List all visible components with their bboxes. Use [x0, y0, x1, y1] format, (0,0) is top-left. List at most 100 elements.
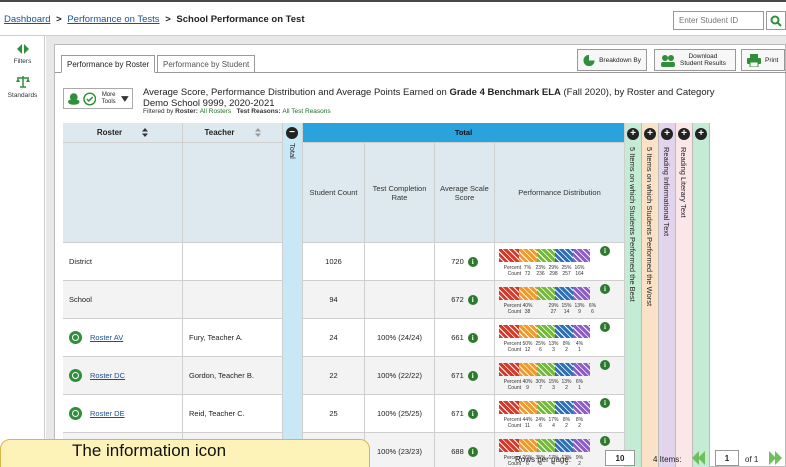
filtered-reasons-value: All Test Reasons: [282, 108, 331, 115]
category-column[interactable]: + Reading Literary Text: [676, 123, 693, 467]
users-icon: [661, 54, 675, 67]
completion-rate: 100% (24/24): [376, 333, 423, 342]
page-number-input[interactable]: 1: [715, 450, 739, 466]
info-icon[interactable]: i: [467, 370, 478, 381]
tab-performance-by-student[interactable]: Performance by Student: [157, 55, 256, 73]
teacher-header[interactable]: Teacher: [183, 123, 283, 143]
info-icon[interactable]: i: [467, 294, 478, 305]
teacher-name: Gordon, Teacher B.: [189, 371, 254, 380]
info-icon[interactable]: i: [600, 322, 610, 332]
roster-header[interactable]: Roster: [63, 123, 183, 143]
perf-dist-row-label: Count: [507, 309, 521, 315]
completion-rate: 100% (22/22): [376, 371, 423, 380]
info-icon[interactable]: i: [600, 360, 610, 370]
student-count: 22: [329, 371, 338, 380]
breakdown-by-button[interactable]: Breakdown By: [577, 49, 647, 71]
info-icon[interactable]: i: [600, 284, 610, 294]
info-icon[interactable]: i: [467, 446, 478, 457]
info-icon[interactable]: i: [467, 332, 478, 343]
perf-level-segment: [537, 439, 555, 452]
perf-level-segment: [573, 439, 590, 452]
info-icon[interactable]: i: [467, 408, 478, 419]
filtered-roster-label: Roster:: [175, 108, 200, 115]
total-collapsed-column[interactable]: − Total: [283, 123, 303, 467]
perf-dist-row-label: Count: [507, 271, 521, 277]
avg-score-header-label: Average Scale Score: [440, 183, 489, 202]
perf-dist-bar[interactable]: i: [499, 322, 610, 338]
category-column[interactable]: + Reading Informational Text: [659, 123, 676, 467]
perf-dist-bar[interactable]: i: [499, 246, 610, 262]
filters-button[interactable]: Filters: [0, 44, 45, 65]
avg-score-header[interactable]: Average Scale Score: [435, 143, 495, 243]
expand-icon[interactable]: +: [678, 128, 690, 140]
student-count: 94: [329, 295, 338, 304]
breadcrumb-performance-link[interactable]: Performance on Tests: [67, 14, 159, 25]
tab-performance-by-roster[interactable]: Performance by Roster: [61, 55, 156, 73]
category-column[interactable]: +: [693, 123, 710, 467]
roster-cell: School: [63, 281, 183, 319]
next-page-icon[interactable]: [767, 451, 783, 465]
roster-name: District: [69, 257, 92, 266]
category-column[interactable]: +5 Items on which Students Performed the…: [642, 123, 659, 467]
breadcrumb: Dashboard > Performance on Tests > Schoo…: [4, 14, 305, 25]
student-count-header-label: Student Count: [309, 188, 358, 197]
student-detail-icon[interactable]: [69, 407, 82, 420]
breakdown-by-label: Breakdown By: [599, 56, 641, 64]
print-label: Print: [765, 56, 779, 64]
perf-level-segment: [499, 249, 519, 262]
perf-level-segment: [573, 401, 590, 414]
completion-rate-cell: 100% (25/25): [365, 395, 435, 433]
page-total: of 1: [745, 455, 759, 464]
info-icon[interactable]: i: [467, 256, 478, 267]
perf-dist-bar[interactable]: i: [499, 398, 610, 414]
roster-name[interactable]: Roster AV: [90, 333, 123, 342]
completion-rate-cell: 100% (23/23): [365, 433, 435, 467]
perf-level-segment: [573, 325, 590, 338]
category-column[interactable]: +5 Items on which Students Performed the…: [625, 123, 642, 467]
perf-level-segment: [499, 363, 519, 376]
download-student-results-button[interactable]: Download Student Results: [654, 49, 736, 71]
expand-icon[interactable]: +: [627, 128, 639, 140]
perf-dist-bar[interactable]: i: [499, 284, 610, 300]
perf-dist-bar[interactable]: i: [499, 360, 610, 376]
perf-dist-header[interactable]: Performance Distribution: [495, 143, 625, 243]
roster-name[interactable]: Roster DE: [90, 409, 125, 418]
expand-icon[interactable]: +: [644, 128, 656, 140]
collapse-icon[interactable]: −: [286, 127, 298, 139]
perf-level-segment: [519, 249, 537, 262]
roster-name[interactable]: Roster DC: [90, 371, 125, 380]
info-icon[interactable]: i: [600, 246, 610, 256]
student-id-input[interactable]: [673, 11, 764, 30]
perf-dist-value: 72: [524, 271, 531, 277]
left-nav: Filters Standards: [0, 36, 45, 467]
standards-button[interactable]: Standards: [0, 76, 45, 99]
perf-dist-value: 11: [524, 423, 531, 429]
perf-dist-value: 9: [526, 385, 529, 391]
teacher-name: Fury, Teacher A.: [189, 333, 243, 342]
perf-dist-value: 298: [549, 271, 558, 277]
breadcrumb-dashboard-link[interactable]: Dashboard: [4, 14, 50, 25]
student-count-header[interactable]: Student Count: [303, 143, 365, 243]
perf-dist-value: 236: [536, 271, 545, 277]
avg-scale-score: 671: [451, 409, 464, 418]
expand-icon[interactable]: +: [661, 128, 673, 140]
perf-level-segment: [573, 249, 590, 262]
prev-page-icon[interactable]: [691, 451, 707, 465]
avg-scale-score: 720: [451, 257, 464, 266]
perf-dist-bar[interactable]: i: [499, 436, 610, 452]
rows-per-page-select[interactable]: 10: [605, 450, 635, 466]
expand-icon[interactable]: +: [695, 128, 707, 140]
perf-level-segment: [519, 287, 537, 300]
student-detail-icon[interactable]: [69, 369, 82, 382]
perf-dist-value: 4: [552, 423, 555, 429]
completion-rate-header[interactable]: Test Completion Rate: [365, 143, 435, 243]
info-icon[interactable]: i: [600, 436, 610, 446]
tutorial-callout-text: The information icon: [72, 441, 227, 460]
report-panel: Performance by Roster Performance by Stu…: [54, 44, 786, 467]
search-button[interactable]: [766, 11, 786, 30]
more-tools-menu[interactable]: More Tools: [63, 88, 133, 109]
student-detail-icon[interactable]: [69, 331, 82, 344]
perf-dist-row-label: Count: [507, 385, 521, 391]
info-icon[interactable]: i: [600, 398, 610, 408]
print-button[interactable]: Print: [741, 49, 785, 71]
